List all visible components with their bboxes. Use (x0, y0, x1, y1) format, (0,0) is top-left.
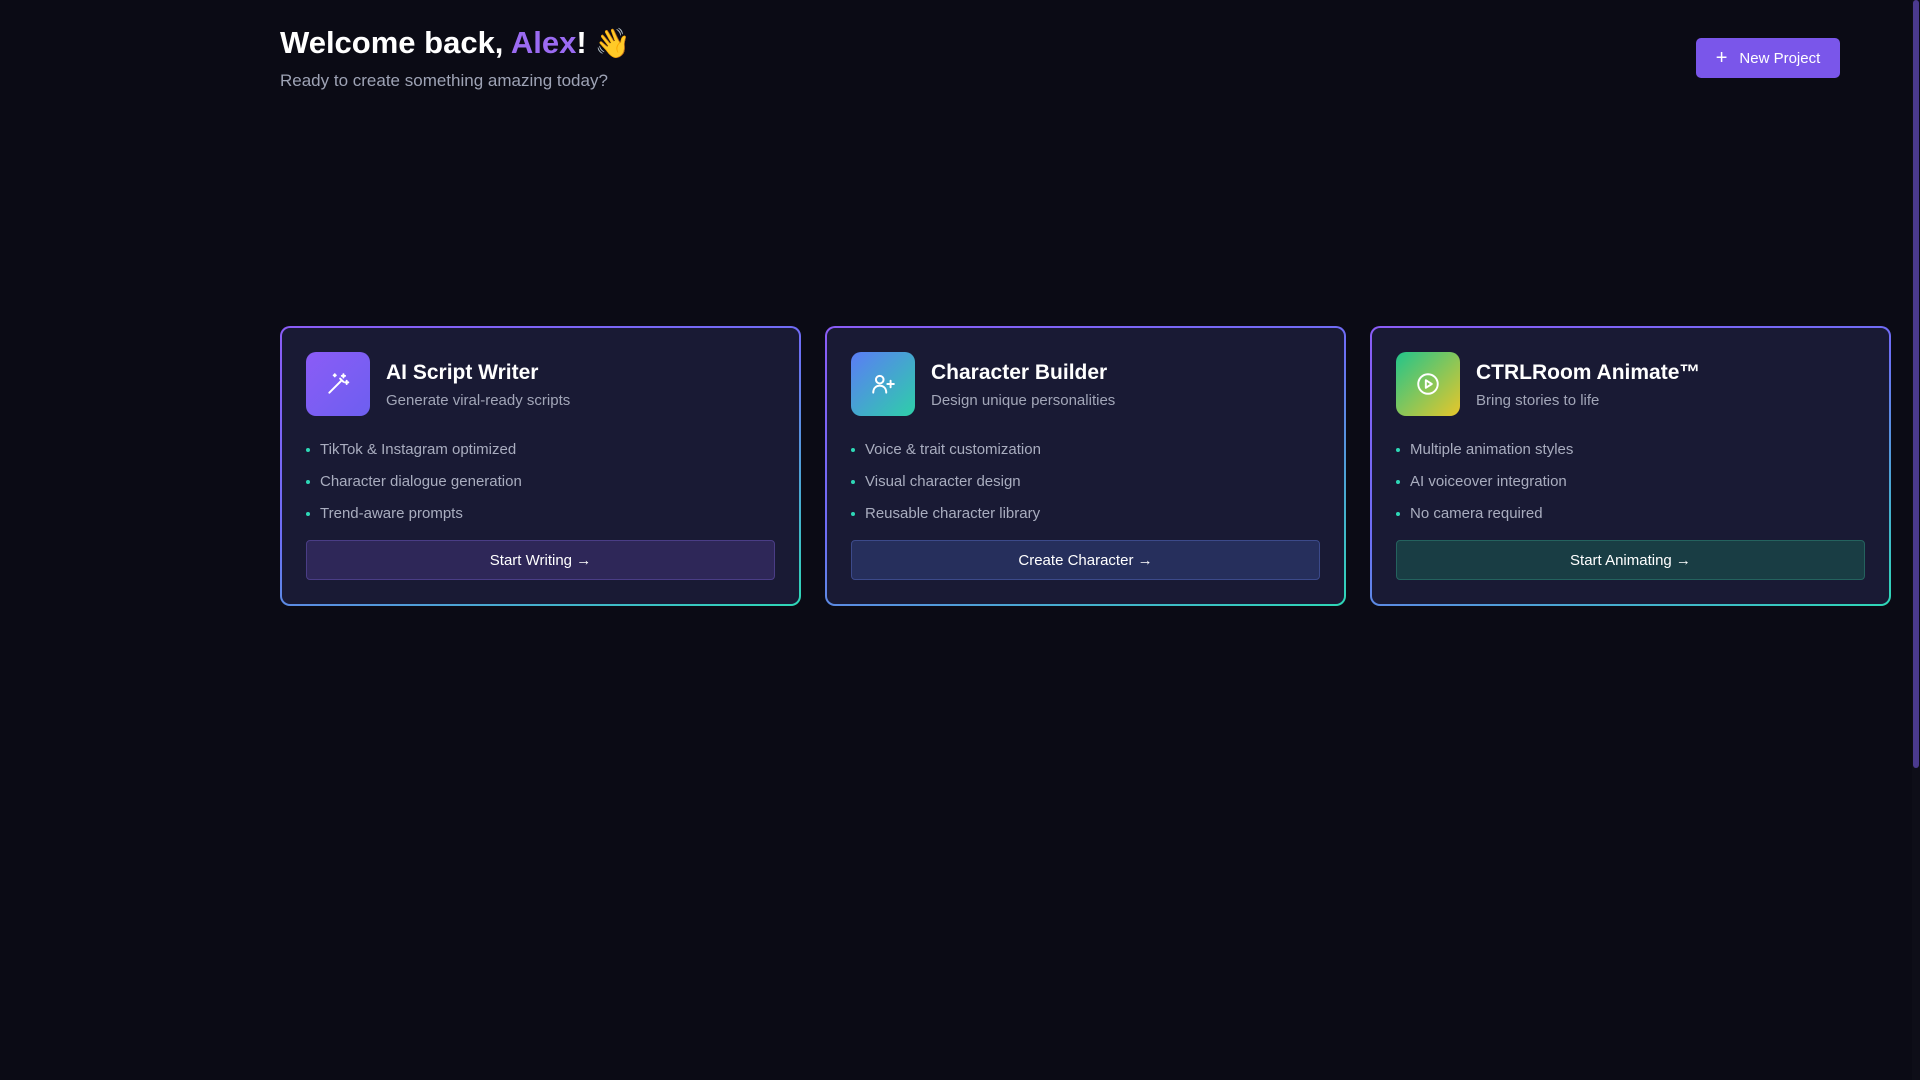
list-item: Reusable character library (851, 498, 1320, 530)
start-animating-button[interactable]: Start Animating → (1396, 540, 1865, 580)
welcome-suffix: ! (576, 25, 587, 60)
feature-text: Voice & trait customization (865, 441, 1041, 458)
list-item: Multiple animation styles (1396, 434, 1865, 466)
welcome-prefix: Welcome back, (280, 25, 511, 60)
page-title: Welcome back, Alex! 👋 (280, 22, 631, 65)
card-subtitle: Bring stories to life (1476, 391, 1600, 409)
user-name: Alex (510, 25, 577, 60)
card-subtitle: Generate viral-ready scripts (386, 391, 571, 409)
welcome-header: Welcome back, Alex! 👋 Ready to create som… (280, 22, 631, 91)
list-item: Voice & trait customization (851, 434, 1320, 466)
feature-text: Trend-aware prompts (320, 505, 463, 522)
page-subtitle: Ready to create something amazing today? (280, 71, 608, 90)
feature-list: Multiple animation styles AI voiceover i… (1396, 434, 1865, 530)
scrollbar-thumb[interactable] (1913, 0, 1919, 768)
user-plus-icon (851, 352, 915, 416)
bullet-icon (306, 448, 310, 452)
bullet-icon (1396, 512, 1400, 516)
tool-cards: AI Script Writer Generate viral-ready sc… (280, 326, 1891, 606)
bullet-icon (306, 480, 310, 484)
bullet-icon (1396, 448, 1400, 452)
list-item: Character dialogue generation (306, 466, 775, 498)
list-item: No camera required (1396, 498, 1865, 530)
feature-list: Voice & trait customization Visual chara… (851, 434, 1320, 530)
bullet-icon (1396, 480, 1400, 484)
list-item: Visual character design (851, 466, 1320, 498)
feature-text: TikTok & Instagram optimized (320, 441, 517, 458)
card-title: CTRLRoom Animate™ (1476, 360, 1701, 384)
card-header: AI Script Writer Generate viral-ready sc… (306, 352, 775, 416)
card-subtitle: Design unique personalities (931, 391, 1116, 409)
create-character-button[interactable]: Create Character → (851, 540, 1320, 580)
bullet-icon (851, 512, 855, 516)
feature-text: Reusable character library (865, 505, 1041, 522)
play-circle-icon (1396, 352, 1460, 416)
card-character-builder: Character Builder Design unique personal… (825, 326, 1346, 606)
magic-wand-icon (306, 352, 370, 416)
feature-text: Character dialogue generation (320, 473, 522, 490)
feature-text: Visual character design (865, 473, 1021, 490)
list-item: TikTok & Instagram optimized (306, 434, 775, 466)
plus-icon: + (1715, 47, 1728, 69)
dashboard-page: Welcome back, Alex! 👋 Ready to create som… (0, 0, 1920, 1080)
card-header: CTRLRoom Animate™ Bring stories to life (1396, 352, 1865, 416)
feature-text: No camera required (1410, 505, 1543, 522)
new-project-label: New Project (1739, 49, 1821, 67)
feature-list: TikTok & Instagram optimized Character d… (306, 434, 775, 530)
feature-text: Multiple animation styles (1410, 441, 1574, 458)
bullet-icon (306, 512, 310, 516)
bullet-icon (851, 480, 855, 484)
list-item: Trend-aware prompts (306, 498, 775, 530)
wave-icon: 👋 (594, 28, 631, 60)
list-item: AI voiceover integration (1396, 466, 1865, 498)
card-ai-script-writer: AI Script Writer Generate viral-ready sc… (280, 326, 801, 606)
bullet-icon (851, 448, 855, 452)
card-title: Character Builder (931, 360, 1108, 384)
start-writing-button[interactable]: Start Writing → (306, 540, 775, 580)
card-title: AI Script Writer (386, 360, 539, 384)
vertical-scrollbar[interactable] (1912, 0, 1920, 1080)
feature-text: AI voiceover integration (1410, 473, 1567, 490)
new-project-button[interactable]: + New Project (1696, 38, 1840, 78)
card-ctrlroom-animate: CTRLRoom Animate™ Bring stories to life … (1370, 326, 1891, 606)
card-header: Character Builder Design unique personal… (851, 352, 1320, 416)
